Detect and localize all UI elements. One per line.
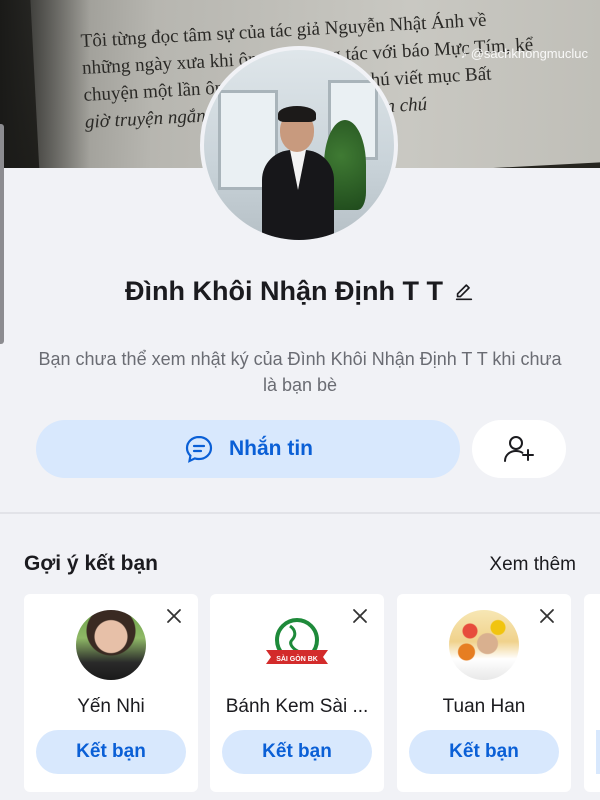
suggestion-avatar[interactable]	[76, 610, 146, 680]
suggestion-card[interactable]: Yến Nhi Kết bạn	[24, 594, 198, 792]
cover-watermark: ♪ @sachkhongmucluc	[461, 46, 588, 61]
svg-text:SÀI GÒN BK: SÀI GÒN BK	[276, 654, 318, 663]
suggestion-name: Tuan Han	[442, 696, 526, 717]
message-button-label: Nhắn tin	[229, 437, 313, 460]
add-friend-suggestion-button[interactable]: Kết bạn	[222, 730, 372, 774]
suggestion-avatar[interactable]: SÀI GÒN BK	[262, 610, 332, 680]
suggestion-card-partial-button[interactable]	[596, 730, 600, 774]
profile-name-row: Đình Khôi Nhận Định T T	[0, 276, 600, 307]
suggestion-name: Yến Nhi	[77, 696, 145, 717]
suggestions-title: Gợi ý kết bạn	[24, 552, 158, 575]
bakery-logo: SÀI GÒN BK	[266, 618, 328, 664]
pencil-icon[interactable]	[453, 281, 475, 303]
section-divider	[0, 512, 600, 514]
person-hair	[278, 106, 316, 122]
avatar[interactable]	[200, 46, 398, 244]
add-friend-button[interactable]	[472, 420, 566, 478]
suggestion-avatar[interactable]	[449, 610, 519, 680]
watermark-text: @sachkhongmucluc	[470, 46, 588, 61]
edge-handle[interactable]	[0, 124, 4, 344]
close-icon[interactable]	[164, 606, 184, 626]
add-friend-suggestion-button[interactable]: Kết bạn	[409, 730, 559, 774]
add-friend-suggestion-button[interactable]: Kết bạn	[36, 730, 186, 774]
suggestion-card[interactable]: SÀI GÒN BK Bánh Kem Sài ... Kết bạn	[210, 594, 384, 792]
add-friend-icon	[504, 436, 534, 462]
profile-name: Đình Khôi Nhận Định T T	[125, 276, 443, 306]
message-button[interactable]: Nhắn tin	[36, 420, 460, 478]
private-diary-notice: Bạn chưa thể xem nhật ký của Đình Khôi N…	[38, 349, 562, 395]
close-icon[interactable]	[537, 606, 557, 626]
cover-shadow	[0, 0, 90, 168]
close-icon[interactable]	[350, 606, 370, 626]
see-more-link[interactable]: Xem thêm	[489, 554, 576, 576]
avatar-photo	[204, 50, 394, 240]
suggestion-card[interactable]: Tuan Han Kết bạn	[397, 594, 571, 792]
suggestion-name: Bánh Kem Sài ...	[225, 696, 369, 717]
chat-icon	[185, 435, 213, 463]
tiktok-icon: ♪	[460, 46, 468, 61]
